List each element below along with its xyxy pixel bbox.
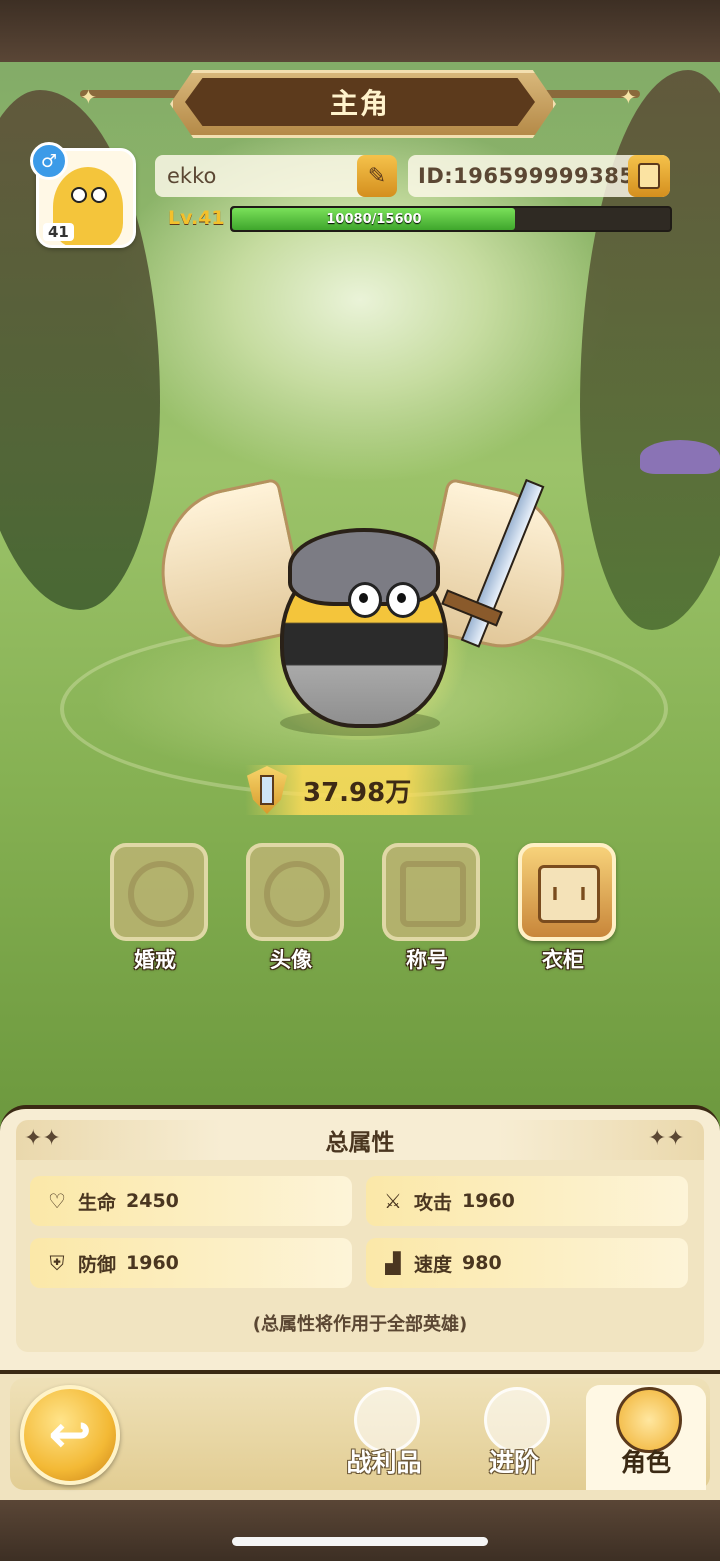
gender-male-icon: ♂ xyxy=(30,142,68,180)
title-button[interactable] xyxy=(382,843,480,941)
page-title: 主角 xyxy=(329,87,390,120)
stat-attack: ⚔ 攻击 1960 xyxy=(366,1176,688,1226)
power-emblem-icon xyxy=(247,766,287,814)
tab-loot-label: 战利品 xyxy=(346,1448,422,1477)
avatar-level: 41 xyxy=(43,223,74,241)
edit-name-button[interactable]: ✎ xyxy=(357,155,397,197)
tab-character[interactable]: 角色 xyxy=(586,1385,706,1490)
sparkle-icon: ✦✦ xyxy=(24,1126,61,1151)
wardrobe-button[interactable]: II xyxy=(518,843,616,941)
tree-right xyxy=(580,70,720,630)
player-id: ID:1965999993859 xyxy=(418,164,650,188)
sparkle-icon: ✦✦ xyxy=(648,1126,685,1151)
stat-hp: ♡ 生命 2450 xyxy=(30,1176,352,1226)
stat-label: 速度 xyxy=(414,1253,453,1276)
boot-icon: ▟ xyxy=(385,1251,401,1275)
stat-value: 980 xyxy=(462,1252,502,1274)
tab-character-label: 角色 xyxy=(620,1448,671,1477)
back-arrow-icon: ↩ xyxy=(48,1405,92,1465)
sparkle-icon: ✦ xyxy=(620,85,637,109)
attributes-header: 总属性 xyxy=(16,1120,704,1160)
shield-icon: ⛨ xyxy=(49,1251,65,1275)
stat-defense: ⛨ 防御 1960 xyxy=(30,1238,352,1288)
stat-label: 攻击 xyxy=(414,1191,453,1214)
sparkle-icon: ✦ xyxy=(80,85,97,109)
attributes-title: 总属性 xyxy=(325,1130,395,1156)
back-button[interactable]: ↩ xyxy=(20,1385,120,1485)
combat-power-value: 37.98万 xyxy=(303,777,412,808)
hero-eye-left xyxy=(348,582,382,618)
stat-value: 2450 xyxy=(126,1190,179,1212)
hero-eye-right xyxy=(386,582,420,618)
avatar-eye xyxy=(91,187,107,203)
avatar-frame-button[interactable] xyxy=(246,843,344,941)
wardrobe-icon: II xyxy=(538,865,600,923)
stat-label: 防御 xyxy=(78,1253,117,1276)
avatar-eye xyxy=(71,187,87,203)
stat-label: 生命 xyxy=(78,1191,117,1214)
copy-id-button[interactable] xyxy=(628,155,670,197)
title-plate: 主角 xyxy=(185,78,535,126)
hero-character[interactable] xyxy=(145,477,581,750)
heart-icon: ♡ xyxy=(48,1189,66,1213)
mushroom xyxy=(640,440,720,474)
stat-value: 1960 xyxy=(462,1190,515,1212)
top-frame xyxy=(0,0,720,62)
pencil-icon: ✎ xyxy=(367,163,387,189)
tab-loot[interactable]: 战利品 xyxy=(324,1385,444,1490)
home-indicator[interactable] xyxy=(232,1537,488,1546)
player-name: ekko xyxy=(167,164,217,188)
avatar-frame-label: 头像 xyxy=(270,948,312,972)
wardrobe-label: 衣柜 xyxy=(542,948,584,972)
ring-label: 婚戒 xyxy=(134,948,176,972)
ring-icon xyxy=(128,861,194,927)
avatar-frame-icon xyxy=(264,861,330,927)
ring-button[interactable] xyxy=(110,843,208,941)
claw-icon: ⚔ xyxy=(384,1189,402,1213)
xp-text: 10080/15600 xyxy=(326,211,422,227)
combat-power: 37.98万 xyxy=(245,765,475,815)
tab-advance-label: 进阶 xyxy=(488,1448,539,1477)
copy-icon xyxy=(633,159,660,189)
tab-advance[interactable]: 进阶 xyxy=(454,1385,574,1490)
level-label: Lv.41 xyxy=(168,207,225,229)
attributes-note: (总属性将作用于全部英雄) xyxy=(252,1314,468,1335)
crown-icon xyxy=(400,861,466,927)
stat-value: 1960 xyxy=(126,1252,179,1274)
scene-background: ✦ ✦ 主角 41 ♂ ekko ✎ ID:1965999993859 Lv.4… xyxy=(0,0,720,1561)
xp-bar: 10080/15600 xyxy=(230,206,672,232)
title-label: 称号 xyxy=(406,948,448,972)
stat-speed: ▟ 速度 980 xyxy=(366,1238,688,1288)
bottom-frame xyxy=(0,1500,720,1561)
